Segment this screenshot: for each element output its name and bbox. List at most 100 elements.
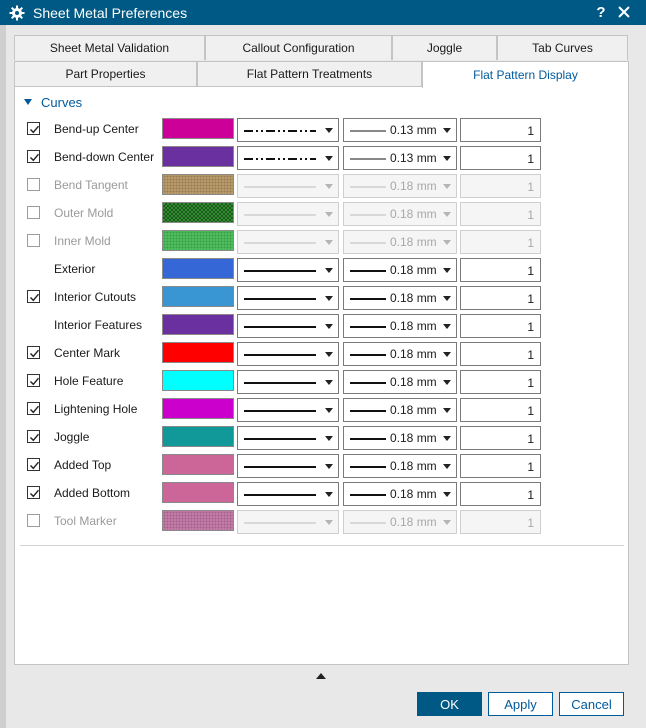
row-checkbox[interactable] <box>27 178 40 191</box>
row-label: Hole Feature <box>54 374 124 388</box>
row-checkbox[interactable] <box>27 486 40 499</box>
row-checkbox[interactable] <box>27 514 40 527</box>
line-type-dropdown[interactable] <box>237 118 339 142</box>
table-row: Exterior 0.18 mm 1 <box>0 257 646 282</box>
line-type-dropdown[interactable] <box>237 398 339 422</box>
line-width-dropdown[interactable]: 0.13 mm <box>343 118 457 142</box>
row-checkbox[interactable] <box>27 402 40 415</box>
tab-callout-configuration[interactable]: Callout Configuration <box>205 35 392 60</box>
color-swatch-button[interactable] <box>162 286 234 307</box>
chevron-down-icon <box>325 156 333 161</box>
color-swatch-button[interactable] <box>162 230 234 251</box>
chevron-down-icon <box>443 184 451 189</box>
layer-number-input[interactable]: 1 <box>460 258 541 282</box>
line-width-dropdown[interactable]: 0.18 mm <box>343 510 457 534</box>
line-width-dropdown[interactable]: 0.18 mm <box>343 286 457 310</box>
line-type-dropdown[interactable] <box>237 482 339 506</box>
close-button[interactable] <box>614 2 634 22</box>
line-width-dropdown[interactable]: 0.18 mm <box>343 426 457 450</box>
line-type-dropdown[interactable] <box>237 426 339 450</box>
line-width-icon <box>350 130 386 132</box>
line-width-dropdown[interactable]: 0.18 mm <box>343 454 457 478</box>
layer-number-input[interactable]: 1 <box>460 370 541 394</box>
color-swatch-button[interactable] <box>162 258 234 279</box>
line-width-dropdown[interactable]: 0.18 mm <box>343 482 457 506</box>
layer-number-input[interactable]: 1 <box>460 230 541 254</box>
line-type-dropdown[interactable] <box>237 314 339 338</box>
line-type-dropdown[interactable] <box>237 146 339 170</box>
collapse-up-icon[interactable] <box>316 673 326 679</box>
line-width-dropdown[interactable]: 0.18 mm <box>343 230 457 254</box>
color-swatch-button[interactable] <box>162 314 234 335</box>
ok-button[interactable]: OK <box>417 692 482 716</box>
line-width-dropdown[interactable]: 0.18 mm <box>343 314 457 338</box>
color-swatch-button[interactable] <box>162 510 234 531</box>
row-checkbox[interactable] <box>27 374 40 387</box>
tab-joggle[interactable]: Joggle <box>392 35 497 60</box>
color-swatch-button[interactable] <box>162 202 234 223</box>
tab-tab-curves[interactable]: Tab Curves <box>497 35 628 60</box>
row-checkbox[interactable] <box>27 346 40 359</box>
line-type-dropdown[interactable] <box>237 510 339 534</box>
layer-number-input[interactable]: 1 <box>460 118 541 142</box>
help-button[interactable]: ? <box>591 2 611 22</box>
color-swatch-button[interactable] <box>162 174 234 195</box>
line-width-dropdown[interactable]: 0.18 mm <box>343 370 457 394</box>
layer-number-input[interactable]: 1 <box>460 146 541 170</box>
color-swatch-button[interactable] <box>162 454 234 475</box>
layer-number-input[interactable]: 1 <box>460 454 541 478</box>
line-width-dropdown[interactable]: 0.18 mm <box>343 342 457 366</box>
layer-number-input[interactable]: 1 <box>460 426 541 450</box>
tab-sheet-metal-validation[interactable]: Sheet Metal Validation <box>14 35 205 60</box>
row-label: Lightening Hole <box>54 402 138 416</box>
line-width-dropdown[interactable]: 0.18 mm <box>343 174 457 198</box>
row-label: Bend-up Center <box>54 122 139 136</box>
color-swatch-button[interactable] <box>162 398 234 419</box>
tab-flat-pattern-display[interactable]: Flat Pattern Display <box>422 61 629 88</box>
line-type-dropdown[interactable] <box>237 174 339 198</box>
line-width-value: 0.18 mm <box>390 319 437 333</box>
curves-group-header[interactable]: Curves <box>24 93 82 111</box>
color-swatch-button[interactable] <box>162 146 234 167</box>
row-checkbox[interactable] <box>27 122 40 135</box>
line-width-dropdown[interactable]: 0.18 mm <box>343 398 457 422</box>
line-width-dropdown[interactable]: 0.18 mm <box>343 202 457 226</box>
line-width-dropdown[interactable]: 0.13 mm <box>343 146 457 170</box>
line-type-dropdown[interactable] <box>237 454 339 478</box>
row-checkbox[interactable] <box>27 206 40 219</box>
tab-part-properties[interactable]: Part Properties <box>14 61 197 86</box>
line-width-icon <box>350 522 386 524</box>
color-swatch-button[interactable] <box>162 118 234 139</box>
layer-number-input[interactable]: 1 <box>460 174 541 198</box>
layer-number-input[interactable]: 1 <box>460 342 541 366</box>
tab-flat-pattern-treatments[interactable]: Flat Pattern Treatments <box>197 61 422 86</box>
apply-button[interactable]: Apply <box>488 692 553 716</box>
color-swatch-button[interactable] <box>162 342 234 363</box>
line-width-dropdown[interactable]: 0.18 mm <box>343 258 457 282</box>
table-row: Outer Mold 0.18 mm 1 <box>0 201 646 226</box>
line-type-dropdown[interactable] <box>237 286 339 310</box>
layer-number-input[interactable]: 1 <box>460 398 541 422</box>
layer-number-input[interactable]: 1 <box>460 482 541 506</box>
row-checkbox[interactable] <box>27 150 40 163</box>
color-swatch-button[interactable] <box>162 426 234 447</box>
color-swatch-button[interactable] <box>162 370 234 391</box>
line-type-dropdown[interactable] <box>237 258 339 282</box>
layer-number-input[interactable]: 1 <box>460 510 541 534</box>
row-checkbox[interactable] <box>27 234 40 247</box>
row-checkbox[interactable] <box>27 458 40 471</box>
line-style-icon <box>244 494 316 496</box>
layer-number-input[interactable]: 1 <box>460 314 541 338</box>
row-checkbox[interactable] <box>27 290 40 303</box>
layer-number-input[interactable]: 1 <box>460 202 541 226</box>
line-type-dropdown[interactable] <box>237 342 339 366</box>
row-checkbox[interactable] <box>27 430 40 443</box>
color-swatch-button[interactable] <box>162 482 234 503</box>
chevron-down-icon <box>325 408 333 413</box>
line-type-dropdown[interactable] <box>237 202 339 226</box>
line-width-value: 0.18 mm <box>390 207 437 221</box>
line-type-dropdown[interactable] <box>237 370 339 394</box>
layer-number-input[interactable]: 1 <box>460 286 541 310</box>
line-type-dropdown[interactable] <box>237 230 339 254</box>
cancel-button[interactable]: Cancel <box>559 692 624 716</box>
